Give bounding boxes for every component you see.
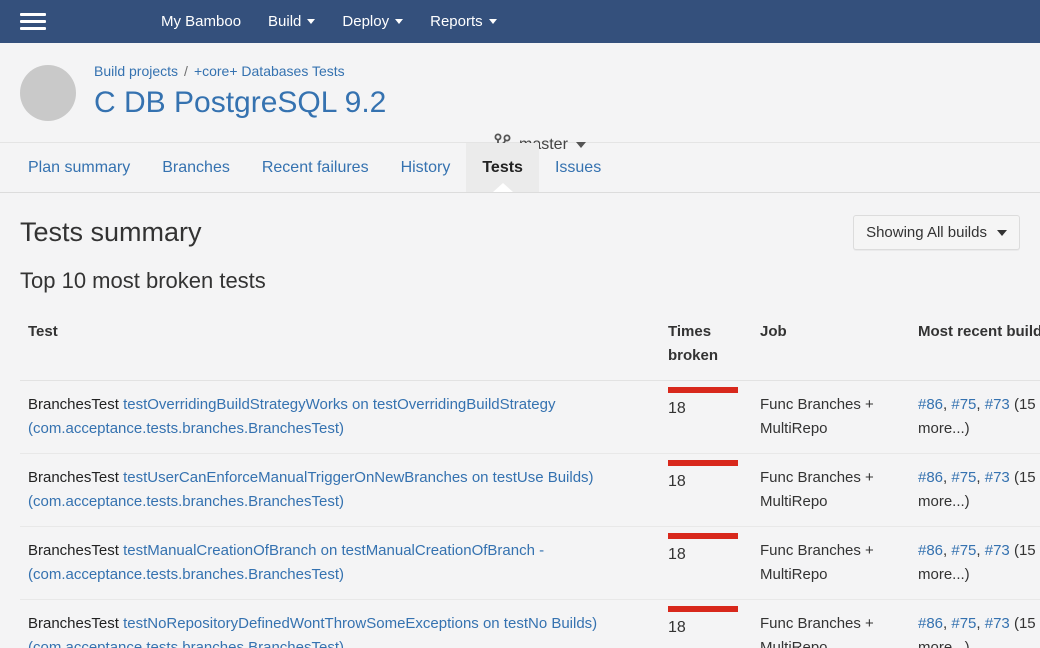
- breadcrumb-build-projects[interactable]: Build projects: [94, 63, 178, 79]
- cell-times-broken: 18: [660, 454, 752, 527]
- build-number-link[interactable]: #73: [985, 542, 1010, 559]
- broken-count-value: 18: [668, 546, 686, 563]
- tab-plan-summary[interactable]: Plan summary: [12, 143, 146, 192]
- tab-recent-failures[interactable]: Recent failures: [246, 143, 385, 192]
- build-number-link[interactable]: #86: [918, 615, 943, 632]
- build-number-link[interactable]: #75: [951, 542, 976, 559]
- tab-label: Issues: [555, 159, 601, 177]
- page-title[interactable]: C DB PostgreSQL 9.2: [94, 83, 386, 123]
- top-navigation-bar: My Bamboo Build Deploy Reports: [0, 0, 1040, 43]
- cell-job: Func Branches + MultiRepo: [752, 454, 910, 527]
- column-header-times-broken: Times broken: [660, 314, 752, 381]
- chevron-down-icon: [395, 19, 403, 24]
- build-number-link[interactable]: #86: [918, 396, 943, 413]
- main-content: Tests summary Showing All builds Top 10 …: [0, 193, 1040, 648]
- tab-label: Plan summary: [28, 159, 130, 177]
- nav-item-deploy[interactable]: Deploy: [332, 7, 413, 36]
- build-number-link[interactable]: #75: [951, 469, 976, 486]
- column-header-job: Job: [752, 314, 910, 381]
- cell-times-broken: 18: [660, 381, 752, 454]
- nav-item-build[interactable]: Build: [258, 7, 325, 36]
- build-number-link[interactable]: #75: [951, 396, 976, 413]
- breadcrumb: Build projects / +core+ Databases Tests: [94, 61, 386, 81]
- nav-item-label: Deploy: [342, 13, 389, 30]
- chevron-down-icon: [489, 19, 497, 24]
- broken-count-value: 18: [668, 400, 686, 417]
- cell-job: Func Branches + MultiRepo: [752, 381, 910, 454]
- table-row: BranchesTest testUserCanEnforceManualTri…: [20, 454, 1040, 527]
- cell-test: BranchesTest testOverridingBuildStrategy…: [20, 381, 660, 454]
- cell-most-recent-builds: #86, #75, #73 (15 more...): [910, 454, 1040, 527]
- cell-job: Func Branches + MultiRepo: [752, 600, 910, 648]
- showing-builds-dropdown[interactable]: Showing All builds: [853, 215, 1020, 250]
- hamburger-bar: [20, 13, 46, 16]
- table-row: BranchesTest testNoRepositoryDefinedWont…: [20, 600, 1040, 648]
- cell-test: BranchesTest testManualCreationOfBranch …: [20, 527, 660, 600]
- test-class-name: BranchesTest: [28, 469, 119, 486]
- showing-builds-label: Showing All builds: [866, 224, 987, 241]
- nav-links: My Bamboo Build Deploy Reports: [151, 7, 507, 36]
- build-number-link[interactable]: #75: [951, 615, 976, 632]
- cell-job: Func Branches + MultiRepo: [752, 527, 910, 600]
- table-body: BranchesTest testOverridingBuildStrategy…: [20, 381, 1040, 648]
- test-class-name: BranchesTest: [28, 542, 119, 559]
- column-header-test: Test: [20, 314, 660, 381]
- nav-item-reports[interactable]: Reports: [420, 7, 507, 36]
- build-number-link[interactable]: #86: [918, 469, 943, 486]
- build-number-link[interactable]: #73: [985, 615, 1010, 632]
- cell-most-recent-builds: #86, #75, #73 (15 more...): [910, 527, 1040, 600]
- page-header: Build projects / +core+ Databases Tests …: [0, 43, 1040, 143]
- tests-summary-heading: Tests summary: [20, 215, 202, 249]
- tab-label: History: [401, 159, 451, 177]
- broken-tests-table: Test Times broken Job Most recent builds…: [20, 314, 1040, 648]
- broken-bar-indicator: [668, 606, 738, 612]
- hamburger-icon[interactable]: [20, 13, 46, 30]
- tab-label: Branches: [162, 159, 230, 177]
- cell-times-broken: 18: [660, 600, 752, 648]
- column-header-most-recent-builds: Most recent builds: [910, 314, 1040, 381]
- cell-test: BranchesTest testNoRepositoryDefinedWont…: [20, 600, 660, 648]
- cell-most-recent-builds: #86, #75, #73 (15 more...): [910, 600, 1040, 648]
- table-row: BranchesTest testManualCreationOfBranch …: [20, 527, 1040, 600]
- tab-label: Tests: [482, 159, 523, 177]
- broken-bar-indicator: [668, 533, 738, 539]
- broken-tests-subheading: Top 10 most broken tests: [20, 268, 1020, 294]
- table-header: Test Times broken Job Most recent builds: [20, 314, 1040, 381]
- build-number-link[interactable]: #73: [985, 396, 1010, 413]
- broken-bar-indicator: [668, 387, 738, 393]
- chevron-down-icon: [997, 230, 1007, 236]
- tab-tests[interactable]: Tests: [466, 143, 539, 192]
- breadcrumb-project[interactable]: +core+ Databases Tests: [194, 63, 345, 79]
- cell-times-broken: 18: [660, 527, 752, 600]
- avatar: [20, 65, 76, 121]
- broken-count-value: 18: [668, 473, 686, 490]
- tab-history[interactable]: History: [385, 143, 467, 192]
- broken-count-value: 18: [668, 619, 686, 636]
- cell-most-recent-builds: #86, #75, #73 (15 more...): [910, 381, 1040, 454]
- table-header-row: Test Times broken Job Most recent builds: [20, 314, 1040, 381]
- nav-item-label: My Bamboo: [161, 13, 241, 30]
- cell-test: BranchesTest testUserCanEnforceManualTri…: [20, 454, 660, 527]
- nav-item-my-bamboo[interactable]: My Bamboo: [151, 7, 251, 36]
- test-class-name: BranchesTest: [28, 615, 119, 632]
- table-row: BranchesTest testOverridingBuildStrategy…: [20, 381, 1040, 454]
- build-number-link[interactable]: #86: [918, 542, 943, 559]
- broken-bar-indicator: [668, 460, 738, 466]
- nav-item-label: Reports: [430, 13, 483, 30]
- tab-branches[interactable]: Branches: [146, 143, 246, 192]
- hamburger-bar: [20, 27, 46, 30]
- tab-label: Recent failures: [262, 159, 369, 177]
- tab-issues[interactable]: Issues: [539, 143, 617, 192]
- nav-item-label: Build: [268, 13, 301, 30]
- test-class-name: BranchesTest: [28, 396, 119, 413]
- plan-tabs: Plan summary Branches Recent failures Hi…: [0, 143, 1040, 193]
- hamburger-bar: [20, 20, 46, 23]
- build-number-link[interactable]: #73: [985, 469, 1010, 486]
- chevron-down-icon: [307, 19, 315, 24]
- breadcrumb-separator: /: [184, 63, 188, 79]
